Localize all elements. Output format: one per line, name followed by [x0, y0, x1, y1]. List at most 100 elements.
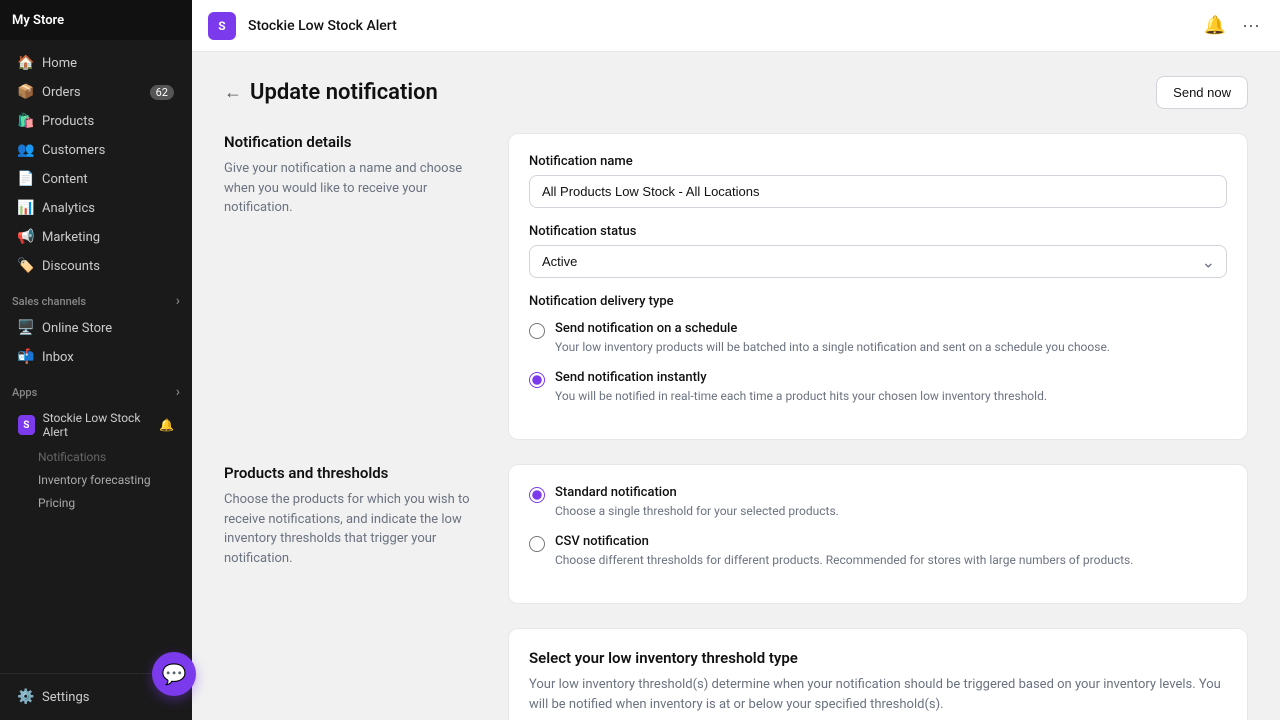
threshold-type-left — [224, 628, 484, 720]
chat-icon: 💬 — [162, 662, 187, 686]
sales-channels-expand-icon[interactable]: › — [176, 293, 180, 309]
topbar-bell-button[interactable]: 🔔 — [1200, 11, 1230, 40]
standard-notification-radio[interactable] — [529, 487, 545, 503]
notification-name-input[interactable] — [529, 175, 1227, 208]
sidebar-item-marketing[interactable]: 📢 Marketing — [6, 223, 186, 251]
notification-status-label: Notification status — [529, 224, 1227, 239]
delivery-instant-radio[interactable] — [529, 372, 545, 388]
topbar-more-button[interactable]: ··· — [1238, 11, 1264, 40]
sidebar-item-analytics[interactable]: 📊 Analytics — [6, 194, 186, 222]
topbar: S Stockie Low Stock Alert 🔔 ··· — [192, 0, 1280, 52]
apps-expand-icon[interactable]: › — [176, 384, 180, 400]
threshold-type-row: Select your low inventory threshold type… — [224, 628, 1248, 720]
products-thresholds-title: Products and thresholds — [224, 464, 484, 482]
sidebar-item-discounts-label: Discounts — [42, 259, 100, 274]
orders-icon: 📦 — [18, 84, 34, 100]
chat-button[interactable]: 💬 — [152, 652, 196, 696]
csv-notification-text: CSV notification Choose different thresh… — [555, 534, 1133, 569]
sidebar-item-marketing-label: Marketing — [42, 230, 100, 245]
sidebar-item-settings-label: Settings — [42, 690, 89, 705]
notification-status-select[interactable]: Active Inactive — [529, 245, 1227, 278]
back-button[interactable]: ← — [224, 82, 242, 103]
sidebar-item-inbox[interactable]: 📬 Inbox — [6, 343, 186, 371]
sidebar-subitem-pricing-label: Pricing — [38, 496, 75, 510]
notification-status-select-wrap: Active Inactive ⌄ — [529, 245, 1227, 278]
stockie-app-icon: S — [18, 415, 35, 435]
apps-section-header: Apps › — [0, 372, 192, 404]
home-icon: 🏠 — [18, 55, 34, 71]
topbar-app-icon: S — [208, 12, 236, 40]
products-icon: 🛍️ — [18, 113, 34, 129]
delivery-schedule-option: Send notification on a schedule Your low… — [529, 321, 1227, 356]
sidebar-item-customers[interactable]: 👥 Customers — [6, 136, 186, 164]
delivery-schedule-title: Send notification on a schedule — [555, 321, 1110, 336]
notification-name-label: Notification name — [529, 154, 1227, 169]
sidebar-item-stockie[interactable]: S Stockie Low Stock Alert 🔔 — [6, 405, 186, 445]
products-thresholds-desc: Choose the products for which you wish t… — [224, 490, 484, 568]
sidebar-nav: 🏠 Home 📦 Orders 62 🛍️ Products 👥 Custome… — [0, 40, 192, 673]
page-header-left: ← Update notification — [224, 80, 438, 105]
notification-details-card: Notification name Notification status Ac… — [508, 133, 1248, 440]
standard-notification-option: Standard notification Choose a single th… — [529, 485, 1227, 520]
sidebar-item-analytics-label: Analytics — [42, 201, 95, 216]
notification-details-title: Notification details — [224, 133, 484, 151]
sidebar-item-discounts[interactable]: 🏷️ Discounts — [6, 252, 186, 280]
sidebar-header: My Store — [0, 0, 192, 40]
sidebar-subitem-notifications-label: Notifications — [38, 450, 106, 464]
delivery-instant-desc: You will be notified in real-time each t… — [555, 387, 1047, 405]
page-body: ← Update notification Send now Notificat… — [192, 52, 1280, 720]
csv-notification-option: CSV notification Choose different thresh… — [529, 534, 1227, 569]
threshold-type-title: Select your low inventory threshold type — [529, 649, 1227, 667]
discounts-icon: 🏷️ — [18, 258, 34, 274]
notification-details-left: Notification details Give your notificat… — [224, 133, 484, 440]
sidebar-item-content-label: Content — [42, 172, 88, 187]
sidebar-subitem-forecasting-label: Inventory forecasting — [38, 473, 151, 487]
csv-notification-radio[interactable] — [529, 536, 545, 552]
standard-notification-title: Standard notification — [555, 485, 839, 500]
delivery-schedule-radio[interactable] — [529, 323, 545, 339]
delivery-schedule-desc: Your low inventory products will be batc… — [555, 338, 1110, 356]
products-thresholds-row: Products and thresholds Choose the produ… — [224, 464, 1248, 604]
marketing-icon: 📢 — [18, 229, 34, 245]
sidebar: My Store 🏠 Home 📦 Orders 62 🛍️ Products … — [0, 0, 192, 720]
sidebar-item-orders-label: Orders — [42, 85, 81, 100]
analytics-icon: 📊 — [18, 200, 34, 216]
orders-badge: 62 — [150, 85, 174, 100]
sidebar-item-products-label: Products — [42, 114, 94, 129]
csv-notification-title: CSV notification — [555, 534, 1133, 549]
customers-icon: 👥 — [18, 142, 34, 158]
standard-notification-text: Standard notification Choose a single th… — [555, 485, 839, 520]
send-now-button[interactable]: Send now — [1156, 76, 1248, 109]
delivery-instant-option: Send notification instantly You will be … — [529, 370, 1227, 405]
delivery-schedule-text: Send notification on a schedule Your low… — [555, 321, 1110, 356]
main-content: S Stockie Low Stock Alert 🔔 ··· ← Update… — [192, 0, 1280, 720]
sidebar-subitem-pricing[interactable]: Pricing — [6, 492, 186, 514]
sidebar-item-home[interactable]: 🏠 Home — [6, 49, 186, 77]
inbox-icon: 📬 — [18, 349, 34, 365]
threshold-type-card: Select your low inventory threshold type… — [508, 628, 1248, 720]
settings-icon: ⚙️ — [18, 689, 34, 705]
sidebar-item-online-store[interactable]: 🖥️ Online Store — [6, 314, 186, 342]
delivery-instant-title: Send notification instantly — [555, 370, 1047, 385]
sidebar-item-inbox-label: Inbox — [42, 350, 74, 365]
sidebar-item-customers-label: Customers — [42, 143, 105, 158]
csv-notification-desc: Choose different thresholds for differen… — [555, 551, 1133, 569]
products-thresholds-left: Products and thresholds Choose the produ… — [224, 464, 484, 604]
page-header: ← Update notification Send now — [224, 76, 1248, 109]
notification-details-desc: Give your notification a name and choose… — [224, 159, 484, 218]
threshold-type-desc: Your low inventory threshold(s) determin… — [529, 675, 1227, 714]
products-thresholds-card: Standard notification Choose a single th… — [508, 464, 1248, 604]
notification-details-row: Notification details Give your notificat… — [224, 133, 1248, 440]
delivery-instant-text: Send notification instantly You will be … — [555, 370, 1047, 405]
sidebar-item-products[interactable]: 🛍️ Products — [6, 107, 186, 135]
stockie-bell-icon: 🔔 — [159, 418, 174, 432]
sidebar-subitem-inventory-forecasting[interactable]: Inventory forecasting — [6, 469, 186, 491]
sidebar-subitem-notifications[interactable]: Notifications — [6, 446, 186, 468]
sidebar-item-online-store-label: Online Store — [42, 321, 112, 336]
topbar-title: Stockie Low Stock Alert — [248, 18, 397, 34]
topbar-actions: 🔔 ··· — [1200, 11, 1264, 40]
sidebar-item-content[interactable]: 📄 Content — [6, 165, 186, 193]
sidebar-item-orders[interactable]: 📦 Orders 62 — [6, 78, 186, 106]
apps-label: Apps — [12, 386, 37, 399]
page-title: Update notification — [250, 80, 438, 105]
